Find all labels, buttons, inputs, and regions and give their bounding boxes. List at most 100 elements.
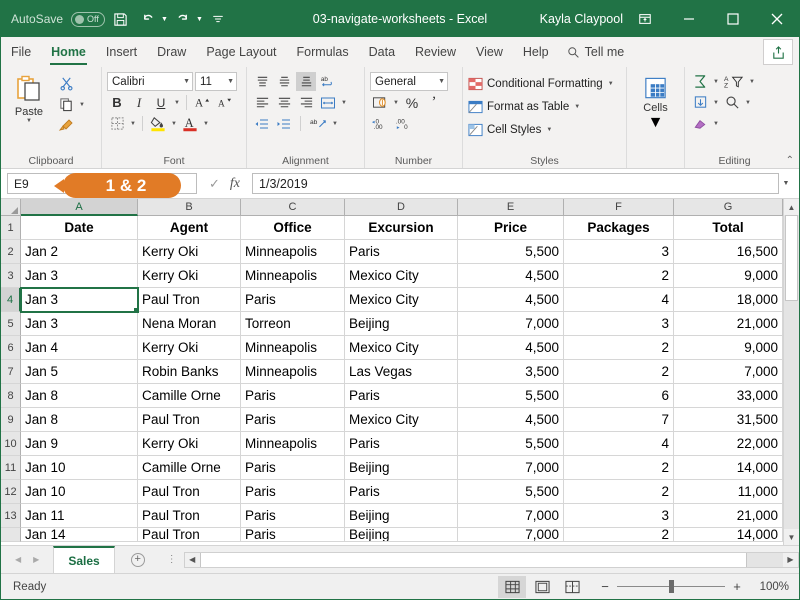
- scroll-down-button[interactable]: ▼: [784, 529, 799, 545]
- cell-A8[interactable]: Jan 8: [21, 384, 138, 408]
- sort-filter-dropdown-icon[interactable]: ▼: [748, 79, 756, 85]
- cell-G1[interactable]: Total: [674, 216, 783, 240]
- fill-color-dropdown-icon[interactable]: ▼: [170, 121, 178, 127]
- cell-C2[interactable]: Minneapolis: [241, 240, 345, 264]
- redo-dropdown-icon[interactable]: ▼: [196, 16, 203, 23]
- cell-A10[interactable]: Jan 9: [21, 432, 138, 456]
- fill-button[interactable]: [690, 93, 710, 112]
- cell-G14[interactable]: 14,000: [674, 528, 783, 542]
- cell-G10[interactable]: 22,000: [674, 432, 783, 456]
- number-format-dropdown-icon[interactable]: ▼: [438, 78, 445, 85]
- cells-dropdown-icon[interactable]: ▼: [648, 114, 664, 132]
- row-header-10[interactable]: 10: [1, 432, 21, 456]
- tab-page-layout[interactable]: Page Layout: [196, 37, 286, 67]
- copy-button[interactable]: ▼: [56, 95, 86, 114]
- cell-D10[interactable]: Paris: [345, 432, 458, 456]
- close-button[interactable]: [755, 1, 799, 37]
- row-header-12[interactable]: 12: [1, 480, 21, 504]
- cell-B9[interactable]: Paul Tron: [138, 408, 241, 432]
- sheet-tab-sales[interactable]: Sales: [53, 546, 115, 573]
- cell-D12[interactable]: Paris: [345, 480, 458, 504]
- column-header-e[interactable]: E: [458, 199, 564, 216]
- cell-A6[interactable]: Jan 4: [21, 336, 138, 360]
- cell-A13[interactable]: Jan 11: [21, 504, 138, 528]
- customize-quick-access-toolbar-button[interactable]: [205, 6, 231, 32]
- select-all-button[interactable]: [1, 199, 21, 216]
- tab-review[interactable]: Review: [405, 37, 466, 67]
- cell-D4[interactable]: Mexico City: [345, 288, 458, 312]
- cell-B6[interactable]: Kerry Oki: [138, 336, 241, 360]
- row-header-2[interactable]: 2: [1, 240, 21, 264]
- formula-input[interactable]: 1/3/2019: [252, 173, 779, 194]
- cell-F2[interactable]: 3: [564, 240, 674, 264]
- previous-sheet-icon[interactable]: ◀: [15, 555, 21, 564]
- cell-D11[interactable]: Beijing: [345, 456, 458, 480]
- cell-C14[interactable]: Paris: [241, 528, 345, 542]
- merge-dropdown-icon[interactable]: ▼: [340, 100, 348, 106]
- cell-B10[interactable]: Kerry Oki: [138, 432, 241, 456]
- cell-B5[interactable]: Nena Moran: [138, 312, 241, 336]
- conditional-formatting-button[interactable]: Conditional Formatting ▼: [468, 73, 615, 95]
- undo-dropdown-icon[interactable]: ▼: [161, 16, 168, 23]
- enter-formula-button[interactable]: ✓: [209, 176, 220, 192]
- cell-G4[interactable]: 18,000: [674, 288, 783, 312]
- cell-D3[interactable]: Mexico City: [345, 264, 458, 288]
- cell-E3[interactable]: 4,500: [458, 264, 564, 288]
- autosum-button[interactable]: [690, 72, 710, 91]
- fill-color-button[interactable]: [148, 114, 168, 133]
- row-header-11[interactable]: 11: [1, 456, 21, 480]
- cell-A9[interactable]: Jan 8: [21, 408, 138, 432]
- borders-button[interactable]: [107, 114, 127, 133]
- number-format-select[interactable]: General ▼: [370, 72, 448, 91]
- normal-view-button[interactable]: [498, 575, 526, 598]
- sort-filter-button[interactable]: AZ: [722, 72, 746, 91]
- row-header-8[interactable]: 8: [1, 384, 21, 408]
- next-sheet-icon[interactable]: ▶: [33, 555, 39, 564]
- cell-D1[interactable]: Excursion: [345, 216, 458, 240]
- tab-home[interactable]: Home: [41, 37, 96, 67]
- accounting-format-button[interactable]: [370, 93, 390, 112]
- autosum-dropdown-icon[interactable]: ▼: [712, 79, 720, 85]
- decrease-decimal-button[interactable]: .00 0: [394, 114, 416, 133]
- cell-F8[interactable]: 6: [564, 384, 674, 408]
- cell-E6[interactable]: 4,500: [458, 336, 564, 360]
- tab-insert[interactable]: Insert: [96, 37, 147, 67]
- page-layout-view-button[interactable]: [528, 576, 556, 598]
- clear-dropdown-icon[interactable]: ▼: [712, 121, 720, 127]
- cell-A4[interactable]: Jan 3: [20, 287, 139, 313]
- cell-C4[interactable]: Paris: [241, 288, 345, 312]
- fill-dropdown-icon[interactable]: ▼: [712, 100, 720, 106]
- align-left-button[interactable]: [252, 93, 272, 112]
- increase-indent-button[interactable]: [274, 114, 294, 133]
- tab-view[interactable]: View: [466, 37, 513, 67]
- cell-F13[interactable]: 3: [564, 504, 674, 528]
- cell-E14[interactable]: 7,000: [458, 528, 564, 542]
- cell-E2[interactable]: 5,500: [458, 240, 564, 264]
- zoom-slider[interactable]: [617, 580, 725, 593]
- align-center-button[interactable]: [274, 93, 294, 112]
- cell-F5[interactable]: 3: [564, 312, 674, 336]
- cell-G11[interactable]: 14,000: [674, 456, 783, 480]
- cell-G8[interactable]: 33,000: [674, 384, 783, 408]
- font-name-dropdown-icon[interactable]: ▼: [183, 78, 190, 85]
- decrease-font-size-button[interactable]: A: [214, 93, 234, 112]
- tab-file[interactable]: File: [1, 37, 41, 67]
- zoom-out-button[interactable]: −: [600, 579, 610, 594]
- paste-button[interactable]: Paste ▼: [6, 72, 52, 124]
- format-as-table-dropdown-icon[interactable]: ▼: [573, 104, 581, 110]
- cell-E7[interactable]: 3,500: [458, 360, 564, 384]
- cell-F9[interactable]: 7: [564, 408, 674, 432]
- font-size-dropdown-icon[interactable]: ▼: [227, 78, 234, 85]
- cell-C3[interactable]: Minneapolis: [241, 264, 345, 288]
- tell-me-search[interactable]: Tell me: [567, 37, 624, 67]
- cell-C12[interactable]: Paris: [241, 480, 345, 504]
- row-header-14[interactable]: [1, 528, 21, 542]
- cell-D13[interactable]: Beijing: [345, 504, 458, 528]
- cell-G3[interactable]: 9,000: [674, 264, 783, 288]
- cell-E1[interactable]: Price: [458, 216, 564, 240]
- cell-D2[interactable]: Paris: [345, 240, 458, 264]
- row-header-9[interactable]: 9: [1, 408, 21, 432]
- ribbon-display-options-button[interactable]: [623, 1, 667, 37]
- cell-B7[interactable]: Robin Banks: [138, 360, 241, 384]
- align-right-button[interactable]: [296, 93, 316, 112]
